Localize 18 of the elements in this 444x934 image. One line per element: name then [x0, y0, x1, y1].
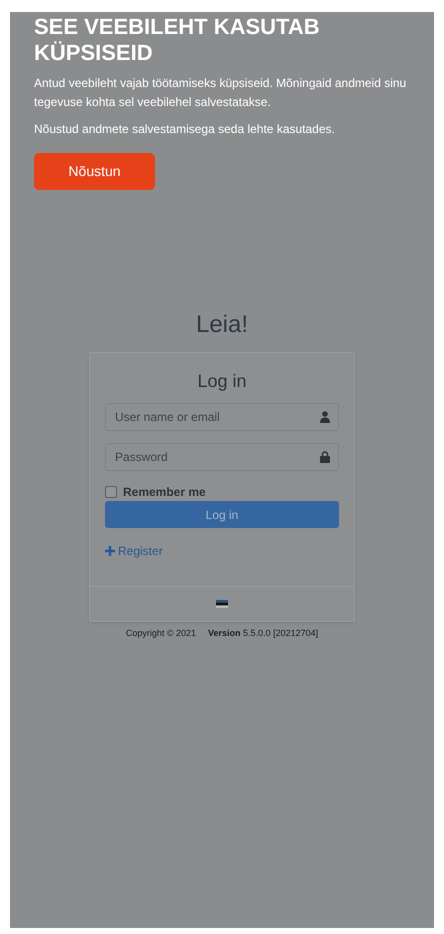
flag-icon — [216, 600, 228, 608]
version-text: Version 5.5.0.0 [20212704] — [208, 627, 318, 640]
login-button[interactable]: Log in — [105, 501, 339, 528]
realm-title: Leia! — [196, 310, 248, 340]
copyright-text: Copyright © 2021 — [126, 627, 196, 640]
cookie-text: Nõustud andmete salvestamisega seda lehte kasutades. — [34, 121, 336, 138]
cookie-title: SEE VEEBILEHT KASUTAB KÜPSISEID — [34, 14, 321, 66]
remember-checkbox[interactable] — [105, 486, 117, 498]
lock-icon — [320, 451, 330, 463]
password-field[interactable]: Password — [105, 443, 339, 471]
remember-label: Remember me — [123, 485, 206, 499]
username-field[interactable]: User name or email — [105, 403, 339, 431]
register-link[interactable]: Register — [105, 542, 163, 560]
accept-button[interactable]: Nõustun — [34, 153, 155, 190]
user-icon — [320, 411, 330, 423]
cookie-text: Antud veebileht vajab töötamiseks küpsiseid. Mõningaid andmeid sinu tegevuse kohta sel veebilehel salvestatakse. — [34, 75, 408, 111]
login-title: Log in — [196, 370, 248, 393]
plus-icon — [105, 546, 115, 556]
